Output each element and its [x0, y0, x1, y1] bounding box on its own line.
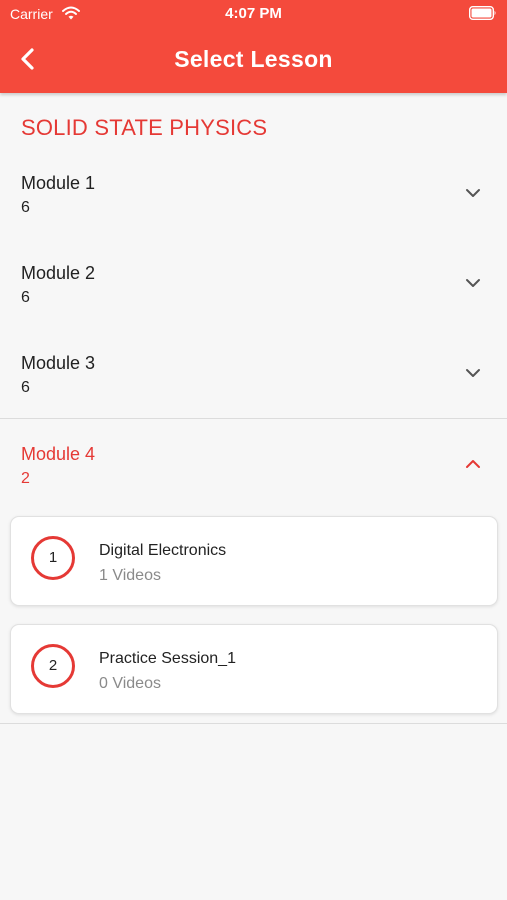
divider: [0, 723, 507, 724]
module-lesson-count: 6: [21, 199, 30, 216]
module-lesson-count: 6: [21, 379, 30, 396]
page-title: Select Lesson: [174, 46, 333, 72]
module-lesson-count: 2: [21, 470, 30, 487]
lesson-number-badge: 2: [31, 644, 75, 688]
module-row-4[interactable]: Module 4 2: [0, 425, 507, 511]
lesson-card-1[interactable]: 1 Digital Electronics 1 Videos: [10, 516, 498, 606]
chevron-down-icon[interactable]: [463, 183, 483, 203]
chevron-up-icon[interactable]: [463, 454, 483, 474]
module-name: Module 4: [21, 444, 96, 464]
status-time: 4:07 PM: [225, 5, 282, 22]
lesson-video-count: 1 Videos: [99, 567, 161, 584]
navigation-bar: Select Lesson: [0, 28, 507, 93]
chevron-down-icon[interactable]: [463, 363, 483, 383]
module-row-3[interactable]: Module 3 6: [0, 334, 507, 420]
lesson-card-2[interactable]: 2 Practice Session_1 0 Videos: [10, 624, 498, 714]
lesson-number-badge: 1: [31, 536, 75, 580]
lesson-title: Digital Electronics: [99, 542, 227, 559]
status-bar: Carrier 4:07 PM: [0, 0, 507, 28]
chevron-down-icon[interactable]: [463, 273, 483, 293]
module-name: Module 3: [21, 353, 96, 373]
battery-icon: [469, 6, 496, 20]
course-title: SOLID STATE PHYSICS: [21, 115, 268, 140]
module-name: Module 2: [21, 263, 96, 283]
divider: [0, 418, 507, 419]
lesson-video-count: 0 Videos: [99, 675, 161, 692]
app-header: Carrier 4:07 PM Select Lesson: [0, 0, 507, 93]
module-row-2[interactable]: Module 2 6: [0, 244, 507, 330]
module-row-1[interactable]: Module 1 6: [0, 154, 507, 240]
module-lesson-count: 6: [21, 289, 30, 306]
lesson-title: Practice Session_1: [99, 650, 236, 667]
module-name: Module 1: [21, 173, 96, 193]
